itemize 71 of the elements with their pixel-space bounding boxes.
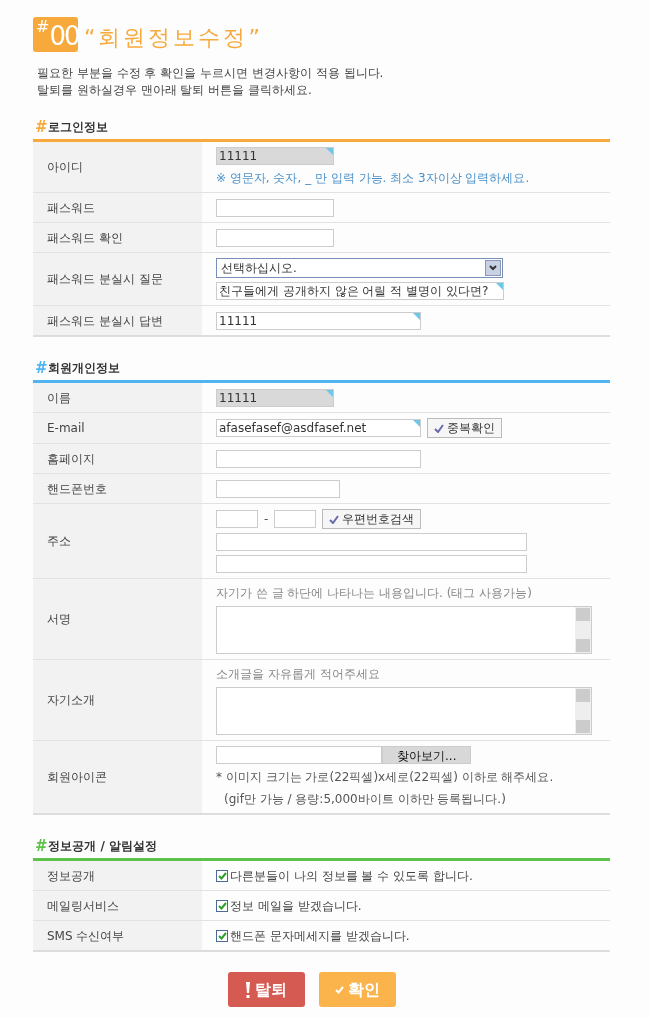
field-label: E-mail <box>33 413 202 443</box>
help-text: 소개글을 자유롭게 적어주세요 <box>216 666 380 683</box>
section-title: 정보공개 / 알림설정 <box>48 838 158 855</box>
hash-icon: # <box>35 360 46 376</box>
exclamation-icon <box>245 981 251 998</box>
file-input-field[interactable] <box>216 746 382 764</box>
input-field[interactable] <box>216 533 527 551</box>
field-label: 홈페이지 <box>33 444 202 473</box>
corner-marker-icon <box>326 148 333 155</box>
check-icon <box>334 985 344 994</box>
field-label: 메일링서비스 <box>33 891 202 920</box>
checkbox-label: 정보 메일을 받겠습니다. <box>230 897 362 915</box>
checkbox-label: 다른분들이 나의 정보를 볼 수 있도록 합니다. <box>230 867 473 885</box>
checkbox[interactable] <box>216 899 228 912</box>
withdraw-button[interactable]: 탈퇴 <box>227 972 305 1007</box>
intro-text: 탈퇴를 원하실경우 맨아래 탈퇴 버튼을 클릭하세요. <box>37 83 313 98</box>
field-label: 회원아이콘 <box>33 741 202 813</box>
help-text: (gif만 가능 / 용량:5,000바이트 이하만 등록됩니다.) <box>223 791 506 808</box>
corner-marker-icon <box>413 420 420 427</box>
checkbox-label: 핸드폰 문자메세지를 받겠습니다. <box>230 927 410 945</box>
field-label: 패스워드 분실시 답변 <box>33 306 202 335</box>
input-field[interactable]: 11111 <box>216 388 334 407</box>
field-label: 패스워드 <box>33 193 202 222</box>
checkbox[interactable] <box>216 929 228 942</box>
hash-icon: # <box>35 119 46 135</box>
input-field[interactable]: 친구들에게 공개하지 않은 어릴 적 별명이 있다면? <box>216 282 504 300</box>
logo-badge: #00 <box>33 17 78 52</box>
input-field[interactable] <box>216 479 340 498</box>
textarea-field[interactable] <box>216 687 592 735</box>
input-field[interactable]: afasefasef@asdfasef.net <box>216 419 421 437</box>
field-label: 패스워드 확인 <box>33 223 202 252</box>
field-label: 서명 <box>33 579 202 659</box>
field-label: SMS 수신여부 <box>33 921 202 950</box>
input-field[interactable]: 11111 <box>216 311 421 330</box>
field-label: 주소 <box>33 504 202 578</box>
input-field[interactable]: 11111 <box>216 147 334 165</box>
dropdown-icon <box>485 260 501 276</box>
section-title: 회원개인정보 <box>48 360 121 377</box>
field-label: 자기소개 <box>33 660 202 740</box>
field-label: 아이디 <box>33 142 202 192</box>
corner-marker-icon <box>496 283 503 290</box>
field-label: 이름 <box>33 383 202 412</box>
help-text: * 이미지 크기는 가로(22픽셀)x세로(22픽셀) 이하로 해주세요. <box>216 769 554 786</box>
input-field[interactable] <box>216 449 421 468</box>
corner-marker-icon <box>413 312 420 320</box>
hash-icon: # <box>35 838 46 854</box>
select-field[interactable]: 선택하십시오. <box>216 258 503 278</box>
help-text: ※ 영문자, 숫자, _ 만 입력 가능. 최소 3자이상 입력하세요. <box>216 170 530 187</box>
input-field[interactable] <box>216 510 258 528</box>
textarea-field[interactable] <box>216 606 592 654</box>
scrollbar-icon <box>575 607 591 653</box>
input-field[interactable] <box>216 555 527 573</box>
check-button[interactable]: 중복확인 <box>427 418 502 438</box>
help-text: 자기가 쓴 글 하단에 나타나는 내용입니다. (태그 사용가능) <box>216 585 532 602</box>
field-label: 패스워드 분실시 질문 <box>33 253 202 305</box>
input-field[interactable] <box>216 198 334 217</box>
page-title: “회원정보수정” <box>84 24 263 52</box>
intro-text: 필요한 부분을 수정 후 확인을 누르시면 변경사항이 적용 됩니다. <box>37 66 385 81</box>
check-icon <box>329 514 340 524</box>
input-field[interactable] <box>274 510 317 528</box>
section-title: 로그인정보 <box>48 119 109 136</box>
scrollbar-icon <box>575 688 591 734</box>
separator-text: - <box>264 511 269 528</box>
checkbox[interactable] <box>216 869 228 882</box>
browse-button[interactable]: 찾아보기... <box>382 746 472 764</box>
corner-marker-icon <box>326 389 333 397</box>
input-field[interactable] <box>216 228 334 247</box>
field-label: 핸드폰번호 <box>33 474 202 503</box>
check-icon <box>434 423 444 433</box>
check-button[interactable]: 우편번호검색 <box>322 509 422 529</box>
field-label: 정보공개 <box>33 861 202 890</box>
